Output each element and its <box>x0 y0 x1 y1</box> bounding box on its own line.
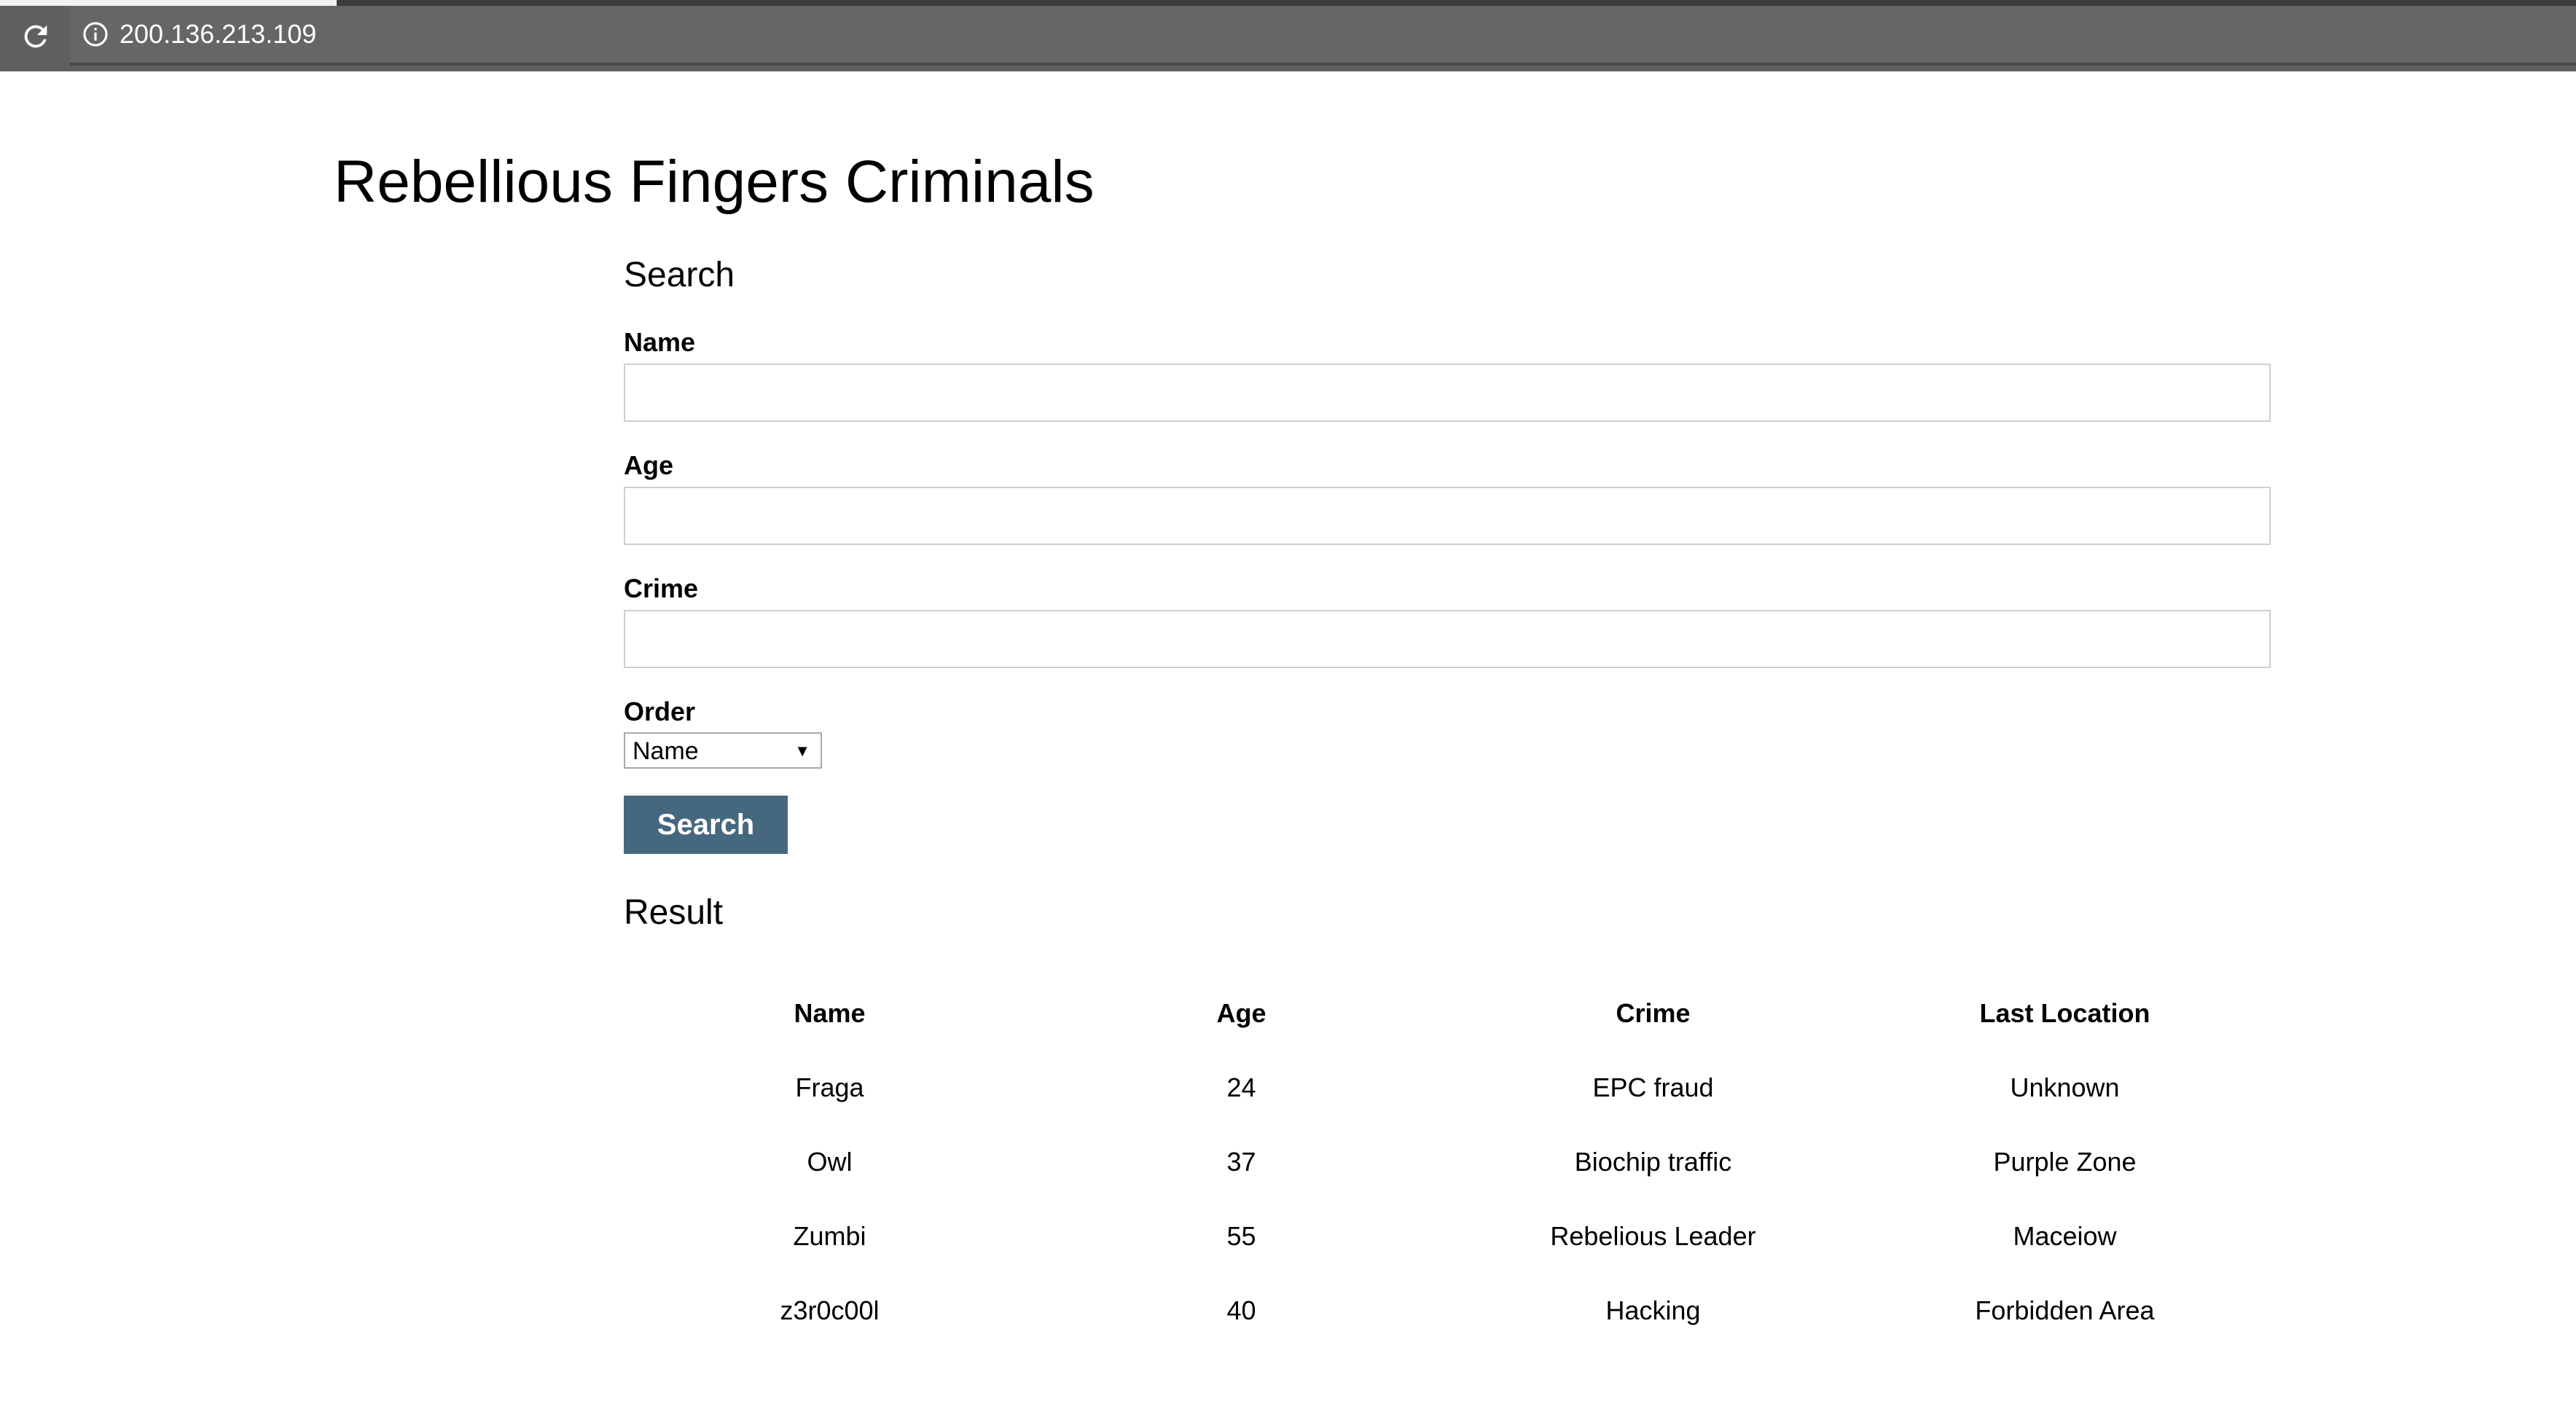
crime-label: Crime <box>624 573 699 603</box>
name-label: Name <box>624 327 696 357</box>
crime-input[interactable] <box>624 610 2271 668</box>
table-row: Owl 37 Biochip traffic Purple Zone <box>624 1125 2271 1199</box>
column-header-last-location: Last Location <box>1979 998 2150 1028</box>
cell-age: 40 <box>1226 1295 1256 1325</box>
table-row: Fraga 24 EPC fraud Unknown <box>624 1051 2271 1125</box>
cell-age: 37 <box>1226 1147 1256 1177</box>
column-header-crime: Crime <box>1616 998 1691 1028</box>
reload-icon[interactable] <box>19 20 52 53</box>
tab-strip <box>337 0 2576 6</box>
cell-name: Owl <box>807 1147 853 1177</box>
results-table: Name Age Crime Last Location Fraga 24 EP… <box>624 976 2271 1348</box>
info-icon[interactable] <box>82 20 109 48</box>
table-header-row: Name Age Crime Last Location <box>624 976 2271 1051</box>
cell-crime: EPC fraud <box>1592 1072 1714 1102</box>
age-label: Age <box>624 450 674 480</box>
cell-age: 24 <box>1226 1072 1256 1102</box>
browser-toolbar: 200.136.213.109 <box>0 0 2576 71</box>
table-row: z3r0c00l 40 Hacking Forbidden Area <box>624 1274 2271 1348</box>
cell-crime: Hacking <box>1605 1295 1701 1325</box>
cell-crime: Biochip traffic <box>1574 1147 1732 1177</box>
name-input[interactable] <box>624 364 2271 422</box>
cell-crime: Rebelious Leader <box>1550 1221 1756 1251</box>
cell-name: Fraga <box>795 1072 864 1102</box>
column-header-age: Age <box>1216 998 1267 1028</box>
page-title: Rebellious Fingers Criminals <box>334 149 1095 215</box>
dropdown-arrow-icon: ▼ <box>794 742 810 760</box>
search-button[interactable]: Search <box>624 796 788 854</box>
url-text[interactable]: 200.136.213.109 <box>120 18 316 50</box>
cell-last-location: Forbidden Area <box>1975 1295 2155 1325</box>
result-heading: Result <box>624 893 724 932</box>
cell-age: 55 <box>1226 1221 1256 1251</box>
table-row: Zumbi 55 Rebelious Leader Maceiow <box>624 1199 2271 1274</box>
address-bar[interactable]: 200.136.213.109 <box>70 6 2576 66</box>
order-label: Order <box>624 697 696 726</box>
age-input[interactable] <box>624 487 2271 545</box>
search-heading: Search <box>624 256 735 294</box>
order-selected-value: Name <box>633 737 699 765</box>
order-select[interactable]: Name ▼ <box>624 732 822 769</box>
cell-last-location: Unknown <box>2010 1072 2120 1102</box>
cell-last-location: Purple Zone <box>1993 1147 2137 1177</box>
cell-name: Zumbi <box>793 1221 866 1251</box>
cell-name: z3r0c00l <box>780 1295 880 1325</box>
active-tab-indicator <box>0 0 337 6</box>
column-header-name: Name <box>794 998 866 1028</box>
cell-last-location: Maceiow <box>2013 1221 2117 1251</box>
